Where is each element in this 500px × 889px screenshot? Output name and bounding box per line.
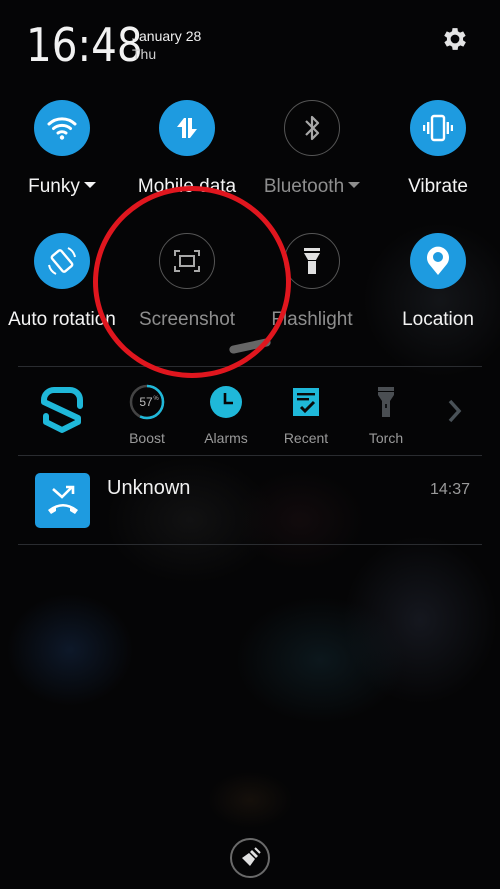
wifi-network-name: Funky (28, 176, 80, 197)
boost-value: 57 (139, 395, 153, 409)
tile-screenshot-label: Screenshot (138, 309, 236, 330)
tile-auto-rotation-label: Auto rotation (8, 309, 116, 330)
shortcut-alarms-label: Alarms (204, 430, 248, 446)
vibrate-icon (423, 114, 453, 142)
notification-missed-call[interactable]: Unknown 14:37 (18, 458, 482, 544)
data-transfer-icon (177, 118, 197, 138)
clock-time: 16:48 (26, 18, 143, 72)
notification-title: Unknown (107, 477, 191, 499)
tile-wifi[interactable]: Funky (2, 100, 122, 198)
tile-screenshot[interactable]: Screenshot (127, 233, 247, 331)
bluetooth-icon (305, 115, 320, 141)
shortcut-boost-label: Boost (129, 430, 165, 446)
panel-drag-handle[interactable] (228, 337, 272, 355)
notification-time: 14:37 (429, 481, 470, 498)
tile-vibrate-label: Vibrate (408, 176, 468, 197)
boost-gauge: 57 % (127, 382, 167, 422)
tile-mobile-data-label: Mobile data (137, 176, 237, 197)
tile-flashlight-label: Flashlight (271, 309, 353, 330)
gear-icon (444, 28, 466, 50)
torch-icon (378, 387, 394, 417)
bluetooth-toggle[interactable] (284, 100, 340, 156)
tile-flashlight[interactable]: Flashlight (252, 233, 372, 331)
clear-all-button[interactable] (230, 838, 270, 878)
broom-icon (242, 847, 261, 866)
mobile-data-toggle[interactable] (159, 100, 215, 156)
date-text: January 28 (132, 28, 202, 44)
boost-unit: % (153, 396, 159, 402)
flashlight-toggle[interactable] (284, 233, 340, 289)
settings-button[interactable] (440, 24, 470, 54)
tile-mobile-data[interactable]: Mobile data (127, 100, 247, 198)
divider (18, 455, 482, 456)
vibrate-toggle[interactable] (410, 100, 466, 156)
chevron-right-icon (448, 399, 462, 423)
shortcut-torch-label: Torch (368, 430, 404, 446)
screenshot-icon (174, 250, 200, 272)
tile-wifi-label: Funky (2, 176, 122, 198)
auto-rotate-icon (48, 247, 76, 275)
shortcut-recent-label: Recent (283, 430, 329, 446)
divider (18, 366, 482, 367)
shortcut-app-logo[interactable] (36, 384, 88, 436)
dropdown-caret-icon[interactable] (83, 181, 96, 188)
bluetooth-label-text: Bluetooth (263, 176, 345, 197)
shortcuts-more-button[interactable] (444, 396, 466, 426)
boost-gauge-icon: 57 % (129, 384, 165, 420)
tile-vibrate[interactable]: Vibrate (378, 100, 498, 198)
shortcut-alarms[interactable]: Alarms (186, 382, 266, 446)
location-pin-icon (427, 246, 449, 275)
tile-auto-rotation[interactable]: Auto rotation (2, 233, 122, 331)
wifi-icon (47, 117, 77, 140)
notification-app-icon (35, 473, 90, 528)
location-toggle[interactable] (410, 233, 466, 289)
screenshot-button[interactable] (159, 233, 215, 289)
tile-location[interactable]: Location (378, 233, 498, 331)
checklist-icon (293, 388, 319, 416)
weekday-text: Thu (132, 46, 157, 62)
clock-icon (210, 386, 242, 418)
shortcut-boost[interactable]: 57 % Boost (107, 382, 187, 446)
divider (18, 544, 482, 545)
tile-bluetooth-label: Bluetooth (252, 176, 372, 198)
tile-bluetooth[interactable]: Bluetooth (252, 100, 372, 198)
shield-s-logo (41, 387, 83, 433)
wifi-toggle[interactable] (34, 100, 90, 156)
auto-rotation-toggle[interactable] (34, 233, 90, 289)
missed-call-icon (47, 485, 78, 514)
shortcut-recent[interactable]: Recent (266, 382, 346, 446)
flashlight-icon (304, 248, 320, 274)
tile-location-label: Location (402, 309, 474, 330)
dropdown-caret-icon[interactable] (348, 181, 361, 188)
shortcut-torch[interactable]: Torch (346, 382, 426, 446)
